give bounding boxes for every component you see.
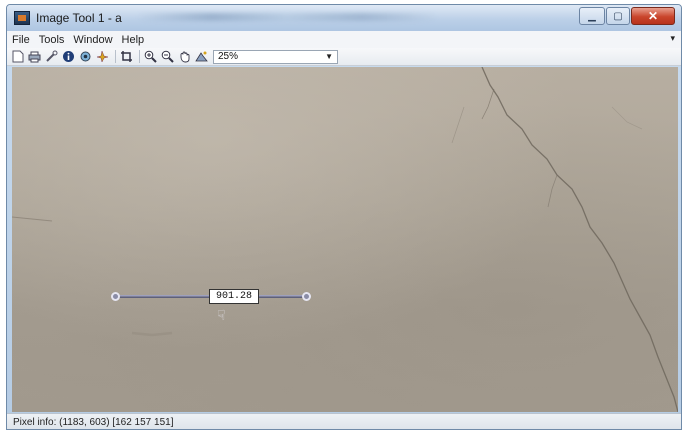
eye-icon[interactable] <box>78 49 93 64</box>
pixel-info: Pixel info: (1183, 603) [162 157 151] <box>13 417 174 428</box>
info-icon[interactable] <box>61 49 76 64</box>
menu-file[interactable]: File <box>12 34 30 46</box>
inspect-icon[interactable] <box>44 49 59 64</box>
status-bar: Pixel info: (1183, 603) [162 157 151] <box>7 413 681 429</box>
window-title: Image Tool 1 - a <box>36 11 122 25</box>
menu-window[interactable]: Window <box>73 34 112 46</box>
minimize-button[interactable]: ▁ <box>579 7 605 25</box>
image-canvas[interactable]: 901.28 ☟ <box>12 67 678 412</box>
menu-bar: File Tools Window Help ▾ <box>7 31 681 48</box>
toolbar-separator <box>139 50 140 63</box>
concrete-crack <box>12 67 678 412</box>
print-icon[interactable] <box>27 49 42 64</box>
distance-label[interactable]: 901.28 <box>209 289 259 304</box>
maximize-button[interactable]: ▢ <box>606 7 630 25</box>
title-bar[interactable]: Image Tool 1 - a ▁ ▢ ✕ <box>7 5 681 31</box>
adjust-contrast-icon[interactable] <box>194 49 209 64</box>
distance-endpoint-left[interactable] <box>111 292 120 301</box>
distance-endpoint-right[interactable] <box>302 292 311 301</box>
image-tool-window: Image Tool 1 - a ▁ ▢ ✕ File Tools Window… <box>6 4 682 430</box>
cursor-icon: ☟ <box>217 307 226 323</box>
toolbar: 25% ▼ <box>7 48 681 66</box>
minimize-icon: ▁ <box>588 10 596 22</box>
crop-icon[interactable] <box>119 49 134 64</box>
close-icon: ✕ <box>647 9 659 23</box>
title-bar-blur <box>137 13 437 21</box>
zoom-in-icon[interactable] <box>143 49 158 64</box>
menu-help[interactable]: Help <box>122 34 145 46</box>
pixel-region-icon[interactable] <box>95 49 110 64</box>
window-controls: ▁ ▢ ✕ <box>579 7 675 25</box>
dock-arrow-icon[interactable]: ▾ <box>670 33 675 44</box>
pan-icon[interactable] <box>177 49 192 64</box>
toolbar-separator <box>115 50 116 63</box>
zoom-out-icon[interactable] <box>160 49 175 64</box>
maximize-icon: ▢ <box>613 10 623 22</box>
zoom-value: 25% <box>218 51 239 62</box>
app-icon <box>14 11 30 25</box>
menu-tools[interactable]: Tools <box>39 34 65 46</box>
close-button[interactable]: ✕ <box>631 7 675 25</box>
chevron-down-icon: ▼ <box>325 52 333 61</box>
new-figure-icon[interactable] <box>10 49 25 64</box>
zoom-select[interactable]: 25% ▼ <box>213 49 338 64</box>
